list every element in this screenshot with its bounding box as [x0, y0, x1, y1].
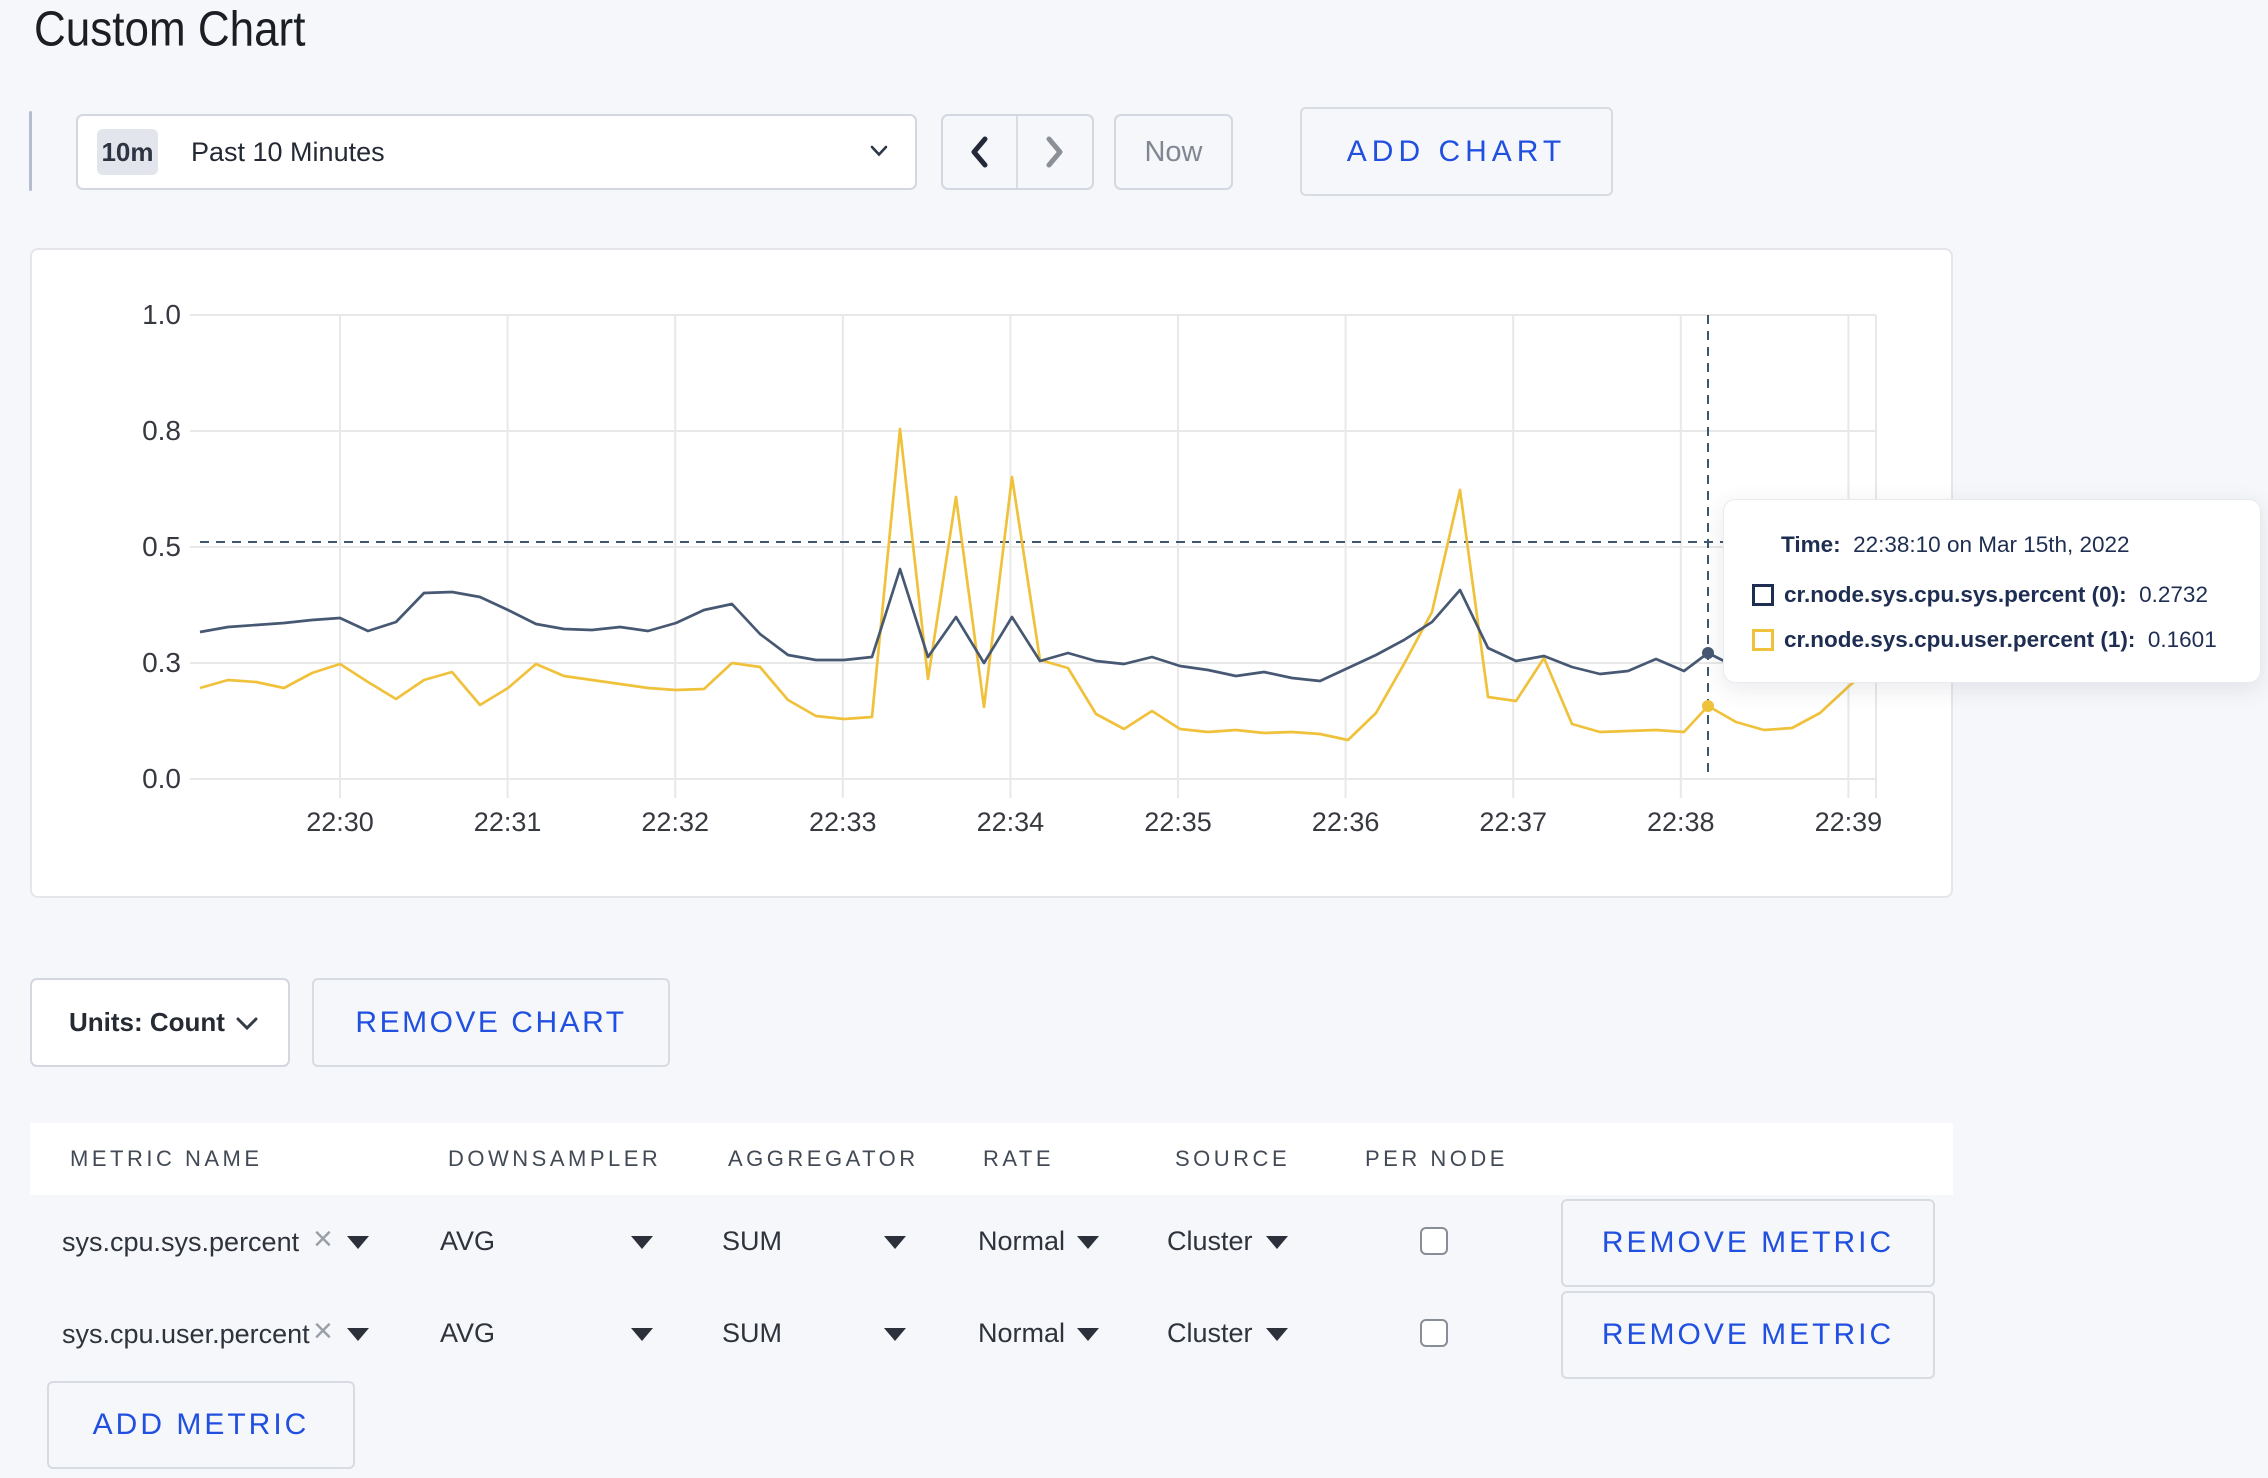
svg-text:22:36: 22:36 [1312, 807, 1380, 837]
svg-text:22:35: 22:35 [1144, 807, 1212, 837]
svg-text:0.5: 0.5 [142, 531, 181, 562]
svg-text:22:37: 22:37 [1479, 807, 1547, 837]
svg-text:0.0: 0.0 [142, 763, 181, 794]
svg-text:0.3: 0.3 [142, 647, 181, 678]
svg-text:22:31: 22:31 [474, 807, 542, 837]
svg-text:22:34: 22:34 [977, 807, 1045, 837]
svg-text:22:38: 22:38 [1647, 807, 1715, 837]
svg-text:22:32: 22:32 [641, 807, 709, 837]
svg-text:22:30: 22:30 [306, 807, 374, 837]
svg-text:22:33: 22:33 [809, 807, 877, 837]
svg-text:1.0: 1.0 [142, 299, 181, 330]
svg-text:22:39: 22:39 [1815, 807, 1883, 837]
svg-text:0.8: 0.8 [142, 415, 181, 446]
